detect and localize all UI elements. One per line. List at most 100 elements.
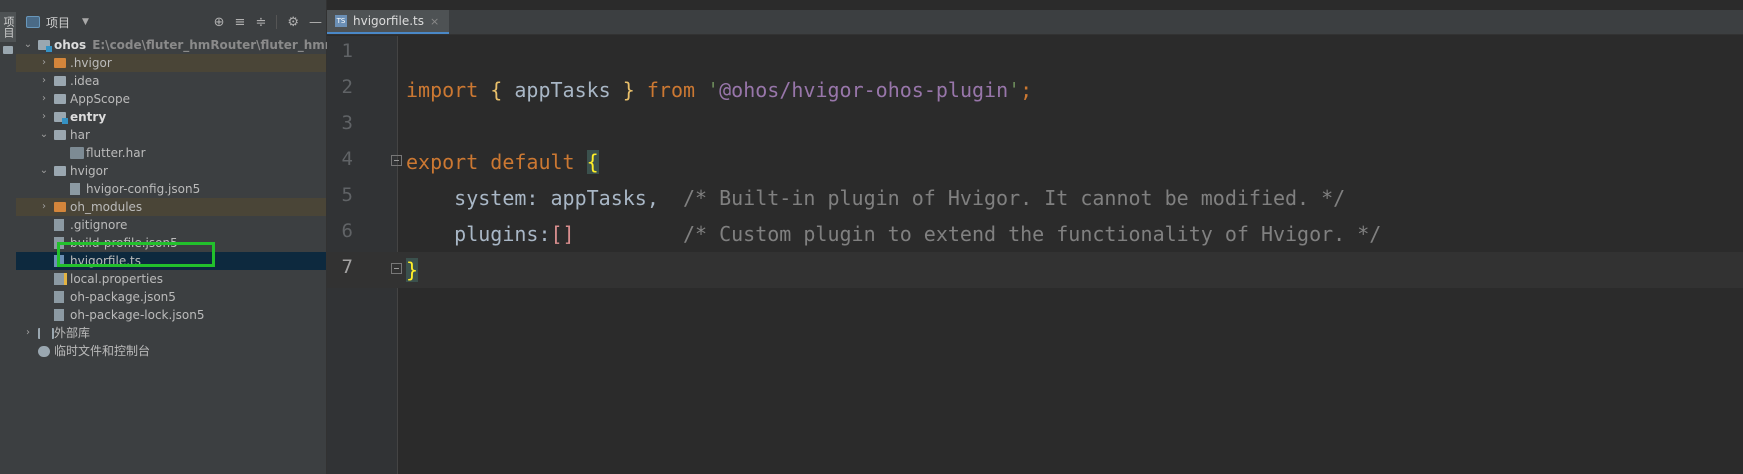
tree-item[interactable]: › oh_modules (16, 198, 326, 216)
tree-item[interactable]: › 外部库 (16, 324, 326, 342)
brace: { (490, 78, 503, 102)
project-icon (26, 16, 40, 28)
line-number: 4 (341, 148, 353, 170)
project-panel-header: 项目 ▼ ⊕ ≡ ≑ ⚙ — (16, 10, 326, 34)
code-comment: /* Custom plugin to extend the functiona… (682, 222, 1382, 246)
tree-item-name: hvigorfile.ts (70, 254, 141, 268)
tree-item-name: AppScope (70, 92, 130, 106)
tree-item[interactable]: › entry (16, 108, 326, 126)
view-dropdown-icon[interactable]: ▼ (82, 17, 89, 27)
tree-item[interactable]: ⌄ har (16, 126, 326, 144)
tree-item[interactable]: › .idea (16, 72, 326, 90)
string-quote: ' (1008, 78, 1021, 102)
project-panel-title: 项目 (46, 15, 71, 30)
fold-marker-icon[interactable] (391, 263, 402, 274)
folder-icon (54, 130, 66, 140)
excluded-folder-icon (54, 58, 66, 68)
close-icon[interactable]: × (430, 15, 439, 28)
folder-icon (54, 76, 66, 86)
tree-item-name: .hvigor (70, 56, 112, 70)
project-tree: ⌄ ohos E:\code\fluter_hmRouter\fluter_hmro… (16, 36, 404, 360)
tree-item-name: .idea (70, 74, 100, 88)
empty-array: [] (550, 222, 575, 246)
tree-item-label: entry (70, 108, 106, 126)
tree-item-label: hvigor-config.json5 (86, 180, 200, 198)
tree-item-name: hvigor (70, 164, 108, 178)
chevron-right-icon[interactable]: › (38, 90, 50, 108)
tree-item[interactable]: flutter.har (16, 144, 326, 162)
editor-tab-bar: TS hvigorfile.ts × (327, 10, 1743, 35)
folder-icon (54, 94, 66, 104)
property-plugins: plugins: (454, 222, 551, 246)
keyword-export: export (406, 150, 479, 174)
fold-marker-icon[interactable] (391, 155, 402, 166)
tree-item-label: flutter.har (86, 144, 146, 162)
tree-item-name: oh-package-lock.json5 (70, 308, 205, 322)
brace: } (622, 78, 635, 102)
tree-item[interactable]: oh-package.json5 (16, 288, 326, 306)
module-folder-icon (54, 112, 68, 124)
tree-item[interactable]: hvigor-config.json5 (16, 180, 326, 198)
tree-item[interactable]: › .hvigor (16, 54, 326, 72)
chevron-down-icon[interactable]: ⌄ (38, 126, 50, 144)
chevron-right-icon[interactable]: › (38, 72, 50, 90)
folder-icon (54, 166, 66, 176)
code-line-7: } (406, 252, 419, 288)
folder-icon (3, 46, 13, 54)
hide-panel-icon[interactable]: — (309, 15, 322, 30)
tree-item[interactable]: oh-package-lock.json5 (16, 306, 326, 324)
string-quote: ' (707, 78, 720, 102)
expand-all-icon[interactable]: ≡ (235, 15, 246, 30)
tree-item-name: build-profile.json5 (70, 236, 178, 250)
tree-item[interactable]: ⌄ ohos E:\code\fluter_hmRouter\fluter_hmro… (16, 36, 404, 54)
editor-tab-label: hvigorfile.ts (353, 14, 424, 28)
tree-item-name: local.properties (70, 272, 164, 286)
tree-item[interactable]: hvigorfile.ts (16, 252, 326, 270)
chevron-right-icon[interactable]: › (22, 324, 34, 342)
chevron-right-icon[interactable]: › (38, 108, 50, 126)
tree-item-name: oh-package.json5 (70, 290, 176, 304)
typescript-file-icon (54, 255, 64, 267)
tree-item-label: build-profile.json5 (70, 234, 178, 252)
chevron-down-icon[interactable]: ⌄ (22, 36, 34, 54)
line-number: 1 (341, 40, 353, 62)
code-line-4: export default { (406, 144, 599, 180)
tree-item-name: har (70, 128, 90, 142)
tree-item-label: .idea (70, 72, 100, 90)
chevron-right-icon[interactable]: › (38, 198, 50, 216)
tree-item-label: oh_modules (70, 198, 142, 216)
properties-file-icon (54, 273, 67, 285)
file-icon (54, 309, 64, 321)
chevron-down-icon[interactable]: ⌄ (38, 162, 50, 180)
tree-item-name: oh_modules (70, 200, 143, 214)
identifier: appTasks (502, 78, 623, 102)
tree-item-label: har (70, 126, 90, 144)
tree-item-label: local.properties (70, 270, 163, 288)
tree-item-label: hvigor (70, 162, 108, 180)
tree-item[interactable]: › AppScope (16, 90, 326, 108)
tree-item-label: hvigorfile.ts (70, 252, 141, 270)
project-panel: 项目 ▼ ⊕ ≡ ≑ ⚙ — ⌄ ohos E:\code\fluter_hmRou… (16, 0, 404, 474)
tree-item[interactable]: build-profile.json5 (16, 234, 326, 252)
brace-matched: { (586, 150, 599, 174)
tree-item[interactable]: local.properties (16, 270, 326, 288)
editor-tab-hvigorfile[interactable]: TS hvigorfile.ts × (327, 10, 450, 34)
line-number: 2 (341, 76, 353, 98)
tree-item[interactable]: .gitignore (16, 216, 326, 234)
property-system: system: appTasks, (454, 186, 659, 210)
tree-item-label: oh-package-lock.json5 (70, 306, 204, 324)
tree-item-label: .hvigor (70, 54, 112, 72)
file-icon (70, 183, 80, 195)
keyword-default: default (490, 150, 575, 174)
semicolon: ; (1020, 78, 1033, 102)
har-package-icon (70, 147, 84, 159)
collapse-all-icon[interactable]: ≑ (255, 15, 266, 30)
gear-icon[interactable]: ⚙ (287, 15, 299, 30)
tree-item[interactable]: ⌄ hvigor (16, 162, 326, 180)
tree-item[interactable]: 临时文件和控制台 (16, 342, 326, 360)
tree-item-name: flutter.har (86, 146, 146, 160)
project-tool-window-tab[interactable]: 项目 (0, 12, 16, 42)
chevron-right-icon[interactable]: › (38, 54, 50, 72)
locate-file-icon[interactable]: ⊕ (214, 15, 225, 30)
code-comment: /* Built-in plugin of Hvigor. It cannot … (682, 186, 1346, 210)
